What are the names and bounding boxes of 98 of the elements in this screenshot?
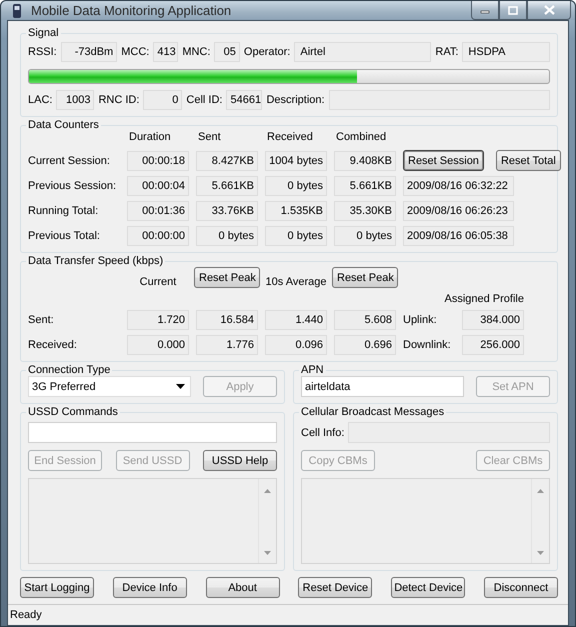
readonly-field: 0.696 xyxy=(334,335,396,355)
close-button[interactable] xyxy=(527,1,571,20)
close-icon xyxy=(544,5,554,15)
window-title: Mobile Data Monitoring Application xyxy=(31,3,232,18)
action-button[interactable]: Detect Device xyxy=(391,577,466,598)
row-label: Uplink: xyxy=(403,314,438,326)
readonly-field: Airtel xyxy=(294,42,432,62)
scroll-down-icon[interactable] xyxy=(537,551,544,555)
readonly-field: 1.440 xyxy=(265,310,327,330)
field-label: RAT: xyxy=(435,46,458,58)
group-title: Cellular Broadcast Messages xyxy=(300,406,446,418)
action-button[interactable]: Start Logging xyxy=(20,577,94,598)
ussd-button[interactable]: USSD Help xyxy=(203,450,277,471)
readonly-field: 8.427KB xyxy=(196,150,258,170)
field-label: Cell Info: xyxy=(301,426,344,438)
row-label: Received: xyxy=(28,339,78,351)
readonly-field: 413 xyxy=(153,42,178,62)
readonly-field: 0 bytes xyxy=(196,226,258,246)
reset-button[interactable]: Reset Session xyxy=(403,150,484,171)
readonly-field: 05 xyxy=(214,42,240,62)
group-title: USSD Commands xyxy=(27,406,119,418)
readonly-field: 00:01:36 xyxy=(127,201,189,221)
readonly-field: 0 bytes xyxy=(265,176,327,196)
field-label: MCC: xyxy=(121,46,150,58)
readonly-field: 00:00:04 xyxy=(127,176,189,196)
readonly-field: 35.30KB xyxy=(334,201,396,221)
column-header: Sent xyxy=(197,131,222,145)
readonly-field: -73dBm xyxy=(60,42,118,62)
maximize-button[interactable] xyxy=(499,1,527,20)
scroll-up-icon[interactable] xyxy=(537,489,544,493)
readonly-field: 0 bytes xyxy=(334,226,396,246)
row-label: Previous Session: xyxy=(28,180,118,192)
readonly-field: 1.720 xyxy=(127,310,189,330)
readonly-field: 1004 bytes xyxy=(265,150,327,170)
readonly-field: 33.76KB xyxy=(196,201,258,221)
dropdown-caret-icon xyxy=(176,384,185,389)
readonly-field: 00:00:00 xyxy=(127,226,189,246)
reset-peak-button[interactable]: Reset Peak xyxy=(332,267,398,288)
group-title: Connection Type xyxy=(27,364,112,376)
message-box[interactable] xyxy=(28,478,277,564)
readonly-field: 54661 xyxy=(226,90,262,110)
column-header: Combined xyxy=(335,131,388,145)
action-button[interactable]: About xyxy=(206,577,280,598)
readonly-field: HSDPA xyxy=(462,42,550,62)
readonly-field: 0 xyxy=(143,90,182,110)
readonly-field: 384.000 xyxy=(462,310,524,330)
readonly-field: 9.408KB xyxy=(334,150,396,170)
field-label: Cell ID: xyxy=(186,94,222,106)
readonly-field: 00:00:18 xyxy=(127,150,189,170)
apn-input-field[interactable]: airteldata xyxy=(301,376,464,397)
row-label: Sent: xyxy=(28,314,55,326)
column-header: Assigned Profile xyxy=(444,293,524,305)
readonly-field: 16.584 xyxy=(196,310,258,330)
phone-icon xyxy=(11,2,23,18)
readonly-field: 5.661KB xyxy=(196,176,258,196)
timestamp-field: 2009/08/16 06:05:38 xyxy=(403,226,514,246)
group-title: Data Counters xyxy=(27,119,100,131)
scroll-down-icon[interactable] xyxy=(264,551,271,555)
readonly-field: 0.096 xyxy=(265,335,327,355)
readonly-field: 1.776 xyxy=(196,335,258,355)
readonly-field: 5.661KB xyxy=(334,176,396,196)
row-label: Current Session: xyxy=(28,154,111,166)
column-header: Duration xyxy=(128,131,172,145)
field-label: LAC: xyxy=(28,94,52,106)
field-label: RNC ID: xyxy=(98,94,140,106)
group-title: Signal xyxy=(27,27,60,39)
message-box[interactable] xyxy=(301,478,550,564)
readonly-field: 5.608 xyxy=(334,310,396,330)
reset-button[interactable]: Reset Total xyxy=(496,150,561,171)
action-button[interactable]: Device Info xyxy=(112,577,187,598)
readonly-field: 1003 xyxy=(56,90,94,110)
field-label: Description: xyxy=(266,94,325,106)
group-title: APN xyxy=(300,364,325,376)
minimize-button[interactable] xyxy=(471,1,499,20)
field-label: RSSI: xyxy=(28,46,57,58)
timestamp-field: 2009/08/16 06:26:23 xyxy=(403,201,514,221)
column-header: Received xyxy=(266,131,314,145)
maximize-icon xyxy=(508,6,518,14)
group-title: Data Transfer Speed (kbps) xyxy=(27,255,164,267)
ussd-input-field[interactable] xyxy=(28,422,277,443)
reset-peak-button[interactable]: Reset Peak xyxy=(194,267,260,288)
timestamp-field: 2009/08/16 06:32:22 xyxy=(403,176,514,196)
action-button[interactable]: Disconnect xyxy=(484,577,558,598)
column-header: Current xyxy=(138,276,178,288)
readonly-field: 256.000 xyxy=(462,335,524,355)
field-label: Operator: xyxy=(244,46,290,58)
row-label: Downlink: xyxy=(403,339,452,351)
readonly-field: 0 bytes xyxy=(265,226,327,246)
row-label: Running Total: xyxy=(28,205,100,217)
field-label: MNC: xyxy=(182,46,210,58)
readonly-field: 0.000 xyxy=(127,335,189,355)
row-label: Previous Total: xyxy=(28,230,101,242)
action-button[interactable]: Reset Device xyxy=(298,577,372,598)
readonly-field: 1.535KB xyxy=(265,201,327,221)
scroll-up-icon[interactable] xyxy=(264,489,271,493)
status-text: Ready xyxy=(10,609,42,621)
connection-type-dropdown[interactable]: 3G Preferred xyxy=(28,376,191,397)
column-header: 10s Average xyxy=(265,276,327,288)
